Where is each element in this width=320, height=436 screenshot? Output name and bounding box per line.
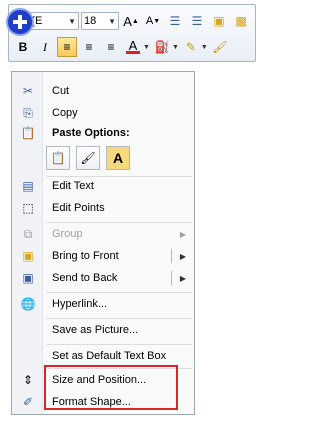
font-color-button[interactable]: A xyxy=(123,37,143,57)
align-center-icon: ≡ xyxy=(85,40,93,54)
menu-header-paste-options: 📋 Paste Options: xyxy=(12,122,194,144)
menu-item-copy[interactable]: ⎘ Copy xyxy=(12,102,194,124)
shrink-font-button[interactable]: A ▼ xyxy=(143,11,163,31)
send-to-back-icon: ▣ xyxy=(22,271,34,285)
submenu-arrow-icon[interactable]: ▶ xyxy=(180,274,186,283)
split-divider xyxy=(171,249,172,263)
hyperlink-globe-icon: 🌐 xyxy=(20,297,36,311)
annotation-highlight-box xyxy=(44,365,178,410)
menu-item-cut[interactable]: ✂ Cut xyxy=(12,80,194,102)
format-shape-icon: ✐ xyxy=(22,395,34,409)
paint-bucket-icon: ⛽ xyxy=(154,40,170,54)
chevron-down-icon[interactable]: ▼ xyxy=(201,44,208,51)
menu-item-label: Edit Text xyxy=(52,180,94,192)
grow-font-icon: A xyxy=(123,13,132,29)
increase-indent-icon: ☰ xyxy=(191,14,203,28)
menu-item-label: Edit Points xyxy=(52,202,105,214)
menu-item-edit-text[interactable]: ▤ Edit Text xyxy=(12,175,194,197)
chevron-down-icon[interactable]: ▼ xyxy=(143,44,150,51)
chevron-down-icon[interactable]: ▼ xyxy=(108,17,116,26)
quick-styles-icon: ▩ xyxy=(235,14,247,28)
menu-item-label: Save as Picture... xyxy=(52,324,139,336)
menu-item-bring-to-front[interactable]: ▣ Bring to Front ▶ xyxy=(12,245,194,267)
paste-options-label: Paste Options: xyxy=(52,127,130,139)
shrink-font-icon: A xyxy=(145,15,154,27)
mini-toolbar: bri (E ▼ 18 ▼ A▲ A▼ ☰ ☰ ▣ ▩ B I ≡ ≡ ≡ A … xyxy=(8,4,256,62)
italic-button[interactable]: I xyxy=(35,37,55,57)
decrease-indent-button[interactable]: ☰ xyxy=(165,11,185,31)
format-painter-icon: 🖌 xyxy=(212,40,228,54)
mini-toolbar-row-2: B I ≡ ≡ ≡ A ▼ ⛽ ▼ ✎ ▼ 🖌 xyxy=(13,36,251,58)
menu-item-label: Hyperlink... xyxy=(52,298,108,310)
menu-item-send-to-back[interactable]: ▣ Send to Back ▶ xyxy=(12,267,194,289)
split-divider xyxy=(171,271,172,285)
paste-source-format-icon: 🖌 xyxy=(80,151,96,165)
arrange-icon: ▣ xyxy=(213,14,225,28)
font-color-icon: A xyxy=(128,38,138,53)
align-right-button[interactable]: ≡ xyxy=(101,37,121,57)
menu-item-group[interactable]: ⧉ Group ▶ xyxy=(12,223,194,245)
copy-icon: ⎘ xyxy=(23,105,33,120)
font-size-combo[interactable]: 18 ▼ xyxy=(81,12,119,30)
align-right-icon: ≡ xyxy=(107,40,115,54)
size-position-icon: ⇕ xyxy=(22,373,34,387)
edit-text-icon: ▤ xyxy=(22,179,34,193)
arrange-button[interactable]: ▣ xyxy=(209,11,229,31)
bring-to-front-icon: ▣ xyxy=(22,249,34,263)
menu-item-edit-points[interactable]: ⬚ Edit Points xyxy=(12,197,194,219)
align-center-button[interactable]: ≡ xyxy=(79,37,99,57)
pen-outline-icon: ✎ xyxy=(185,40,196,54)
scissors-icon: ✂ xyxy=(22,84,34,98)
format-painter-button[interactable]: 🖌 xyxy=(210,37,230,57)
context-menu: ✂ Cut ⎘ Copy 📋 Paste Options: 📋 🖌 A ▤ Ed… xyxy=(11,71,195,415)
paste-use-destination-theme-button[interactable]: 📋 xyxy=(46,146,70,170)
paste-options-row: 📋 🖌 A xyxy=(46,146,130,170)
menu-item-label: Set as Default Text Box xyxy=(52,350,167,362)
move-cursor-icon xyxy=(6,8,34,36)
menu-item-label: Bring to Front xyxy=(52,250,119,262)
font-color-bar xyxy=(126,51,140,54)
bold-button[interactable]: B xyxy=(13,37,33,57)
menu-item-label: Cut xyxy=(52,85,70,97)
quick-styles-button[interactable]: ▩ xyxy=(231,11,251,31)
paste-destination-icon: 📋 xyxy=(50,151,66,165)
paste-keep-text-only-button[interactable]: A xyxy=(106,146,130,170)
menu-item-label: Send to Back xyxy=(52,272,118,284)
increase-indent-button[interactable]: ☰ xyxy=(187,11,207,31)
font-size-value: 18 xyxy=(84,15,97,27)
shape-outline-button[interactable]: ✎ xyxy=(181,37,201,57)
paste-keep-source-formatting-button[interactable]: 🖌 xyxy=(76,146,100,170)
menu-item-label: Group xyxy=(52,228,83,240)
paste-text-only-icon: A xyxy=(112,150,124,166)
submenu-arrow-icon[interactable]: ▶ xyxy=(180,252,186,261)
chevron-down-icon[interactable]: ▼ xyxy=(172,44,179,51)
shape-fill-button[interactable]: ⛽ xyxy=(152,37,172,57)
clipboard-icon: 📋 xyxy=(20,126,36,140)
menu-item-label: Copy xyxy=(52,107,78,119)
align-left-icon: ≡ xyxy=(63,40,71,54)
chevron-down-icon[interactable]: ▼ xyxy=(68,17,76,26)
mini-toolbar-row-1: bri (E ▼ 18 ▼ A▲ A▼ ☰ ☰ ▣ ▩ xyxy=(13,10,251,32)
align-left-button[interactable]: ≡ xyxy=(57,37,77,57)
edit-points-icon: ⬚ xyxy=(22,201,34,215)
decrease-indent-icon: ☰ xyxy=(169,14,181,28)
grow-font-button[interactable]: A ▲ xyxy=(121,11,141,31)
menu-item-set-default-text-box[interactable]: Set as Default Text Box xyxy=(12,345,194,367)
submenu-arrow-icon: ▶ xyxy=(179,229,186,239)
group-icon: ⧉ xyxy=(23,226,33,241)
menu-item-save-as-picture[interactable]: Save as Picture... xyxy=(12,319,194,341)
menu-item-hyperlink[interactable]: 🌐 Hyperlink... xyxy=(12,293,194,315)
